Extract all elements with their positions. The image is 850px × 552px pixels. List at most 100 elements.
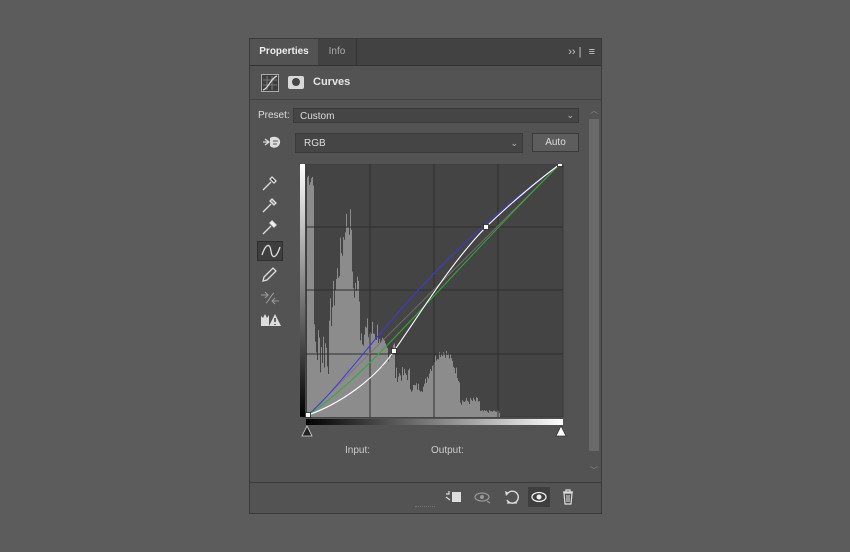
histogram-bar <box>409 368 410 417</box>
preset-dropdown[interactable]: Custom ⌄ <box>293 108 579 123</box>
histogram-bar <box>331 326 332 417</box>
tab-info[interactable]: Info <box>318 39 357 65</box>
histogram-bar <box>379 338 380 417</box>
curve-point[interactable] <box>483 224 489 230</box>
histogram-bar <box>311 178 312 417</box>
histogram-bar <box>464 401 465 417</box>
curves-graph[interactable] <box>300 161 568 443</box>
histogram-bar <box>312 176 313 417</box>
histogram-bar <box>420 391 421 417</box>
histogram-bar <box>367 318 368 417</box>
histogram-bar <box>397 381 398 417</box>
histogram-bar <box>346 213 347 417</box>
curve-point[interactable] <box>391 348 397 354</box>
panel-resize-grip[interactable] <box>415 506 435 510</box>
histogram-bar <box>413 384 414 417</box>
histogram-bar <box>457 378 458 417</box>
histogram-bar <box>446 350 447 417</box>
histogram-bar <box>477 397 478 417</box>
histogram-bar <box>384 340 385 417</box>
pencil-icon[interactable] <box>257 265 283 285</box>
scroll-down-icon[interactable]: ﹀ <box>588 465 600 477</box>
curves-adjustment-icon[interactable] <box>261 74 279 92</box>
histogram-bar <box>421 391 422 417</box>
histogram-bar <box>401 380 402 417</box>
histogram-bar <box>468 401 469 417</box>
histogram-bar <box>452 360 453 417</box>
curve-point[interactable] <box>557 161 563 167</box>
visibility-eye-icon[interactable] <box>528 487 550 507</box>
tab-properties[interactable]: Properties <box>250 39 318 65</box>
gray-point-eyedropper-icon[interactable] <box>257 195 283 215</box>
scroll-thumb[interactable] <box>589 119 599 451</box>
white-point-eyedropper-icon[interactable] <box>257 217 283 237</box>
histogram-bar <box>458 380 459 417</box>
histogram-bar <box>469 404 470 417</box>
clip-to-layer-icon[interactable] <box>442 487 464 507</box>
channel-dropdown[interactable]: RGB ⌄ <box>295 133 523 153</box>
histogram-bar <box>438 359 439 417</box>
black-point-eyedropper-icon[interactable] <box>257 173 283 193</box>
trash-icon[interactable] <box>557 487 579 507</box>
view-previous-icon[interactable] <box>471 487 493 507</box>
histogram-bar <box>386 345 387 417</box>
curves-graph-svg[interactable] <box>300 161 568 438</box>
histogram-bar <box>481 410 482 417</box>
histogram-bar <box>425 378 426 417</box>
histogram-bar <box>315 341 316 417</box>
histogram-bar <box>404 368 405 417</box>
histogram-bar <box>489 410 490 417</box>
chevron-down-icon: ⌄ <box>510 138 518 148</box>
input-label: Input: <box>345 445 371 456</box>
histogram-bar <box>444 353 445 417</box>
smooth-curve-icon[interactable] <box>257 288 283 308</box>
histogram-bar <box>402 367 403 417</box>
histogram-bar <box>428 378 429 417</box>
histogram-bar <box>347 226 348 417</box>
histogram-bar <box>394 343 395 417</box>
clipping-warning-icon[interactable] <box>257 311 283 331</box>
auto-button[interactable]: Auto <box>532 133 579 152</box>
histogram-bar <box>461 404 462 417</box>
histogram-bar <box>437 358 438 417</box>
histogram-bar <box>354 297 355 417</box>
histogram-bar <box>364 334 365 417</box>
histogram-bar <box>307 177 308 417</box>
reset-icon[interactable] <box>500 487 522 507</box>
histogram-bar <box>368 337 369 417</box>
white-point-slider[interactable] <box>555 425 567 437</box>
histogram-bar <box>485 411 486 417</box>
histogram-bar <box>450 354 451 417</box>
curve-points-icon[interactable] <box>257 241 283 261</box>
histogram-bar <box>399 373 400 417</box>
panel-scrollbar[interactable]: ︿ ﹀ <box>588 105 600 477</box>
histogram-bar <box>390 353 391 417</box>
preset-value: Custom <box>300 111 335 122</box>
histogram-bar <box>376 339 377 417</box>
on-image-adjust-icon[interactable] <box>258 133 284 153</box>
scroll-up-icon[interactable]: ︿ <box>588 105 600 117</box>
histogram-bar <box>329 320 330 417</box>
black-point-slider[interactable] <box>301 425 313 437</box>
panel-footer <box>250 482 601 511</box>
histogram-bar <box>442 355 443 417</box>
histogram-bar <box>365 326 366 417</box>
collapse-panel-icon[interactable]: ›› | <box>568 39 581 65</box>
layer-mask-icon[interactable] <box>288 76 304 89</box>
panel-menu-icon[interactable]: ≡ <box>589 39 595 65</box>
histogram-bar <box>466 397 467 417</box>
histogram-bar <box>309 184 310 417</box>
histogram-bar <box>313 185 314 417</box>
histogram-bar <box>443 352 444 417</box>
preset-label: Preset: <box>258 110 290 121</box>
histogram-bar <box>482 410 483 417</box>
histogram-bar <box>358 280 359 417</box>
histogram-bar <box>395 377 396 417</box>
histogram-bar <box>342 255 343 417</box>
curve-point[interactable] <box>305 412 311 418</box>
histogram-bar <box>484 410 485 417</box>
output-gradient <box>300 164 305 417</box>
tab-controls: ›› | ≡ <box>564 39 595 65</box>
histogram-bar <box>418 383 419 417</box>
histogram-bar <box>410 389 411 417</box>
